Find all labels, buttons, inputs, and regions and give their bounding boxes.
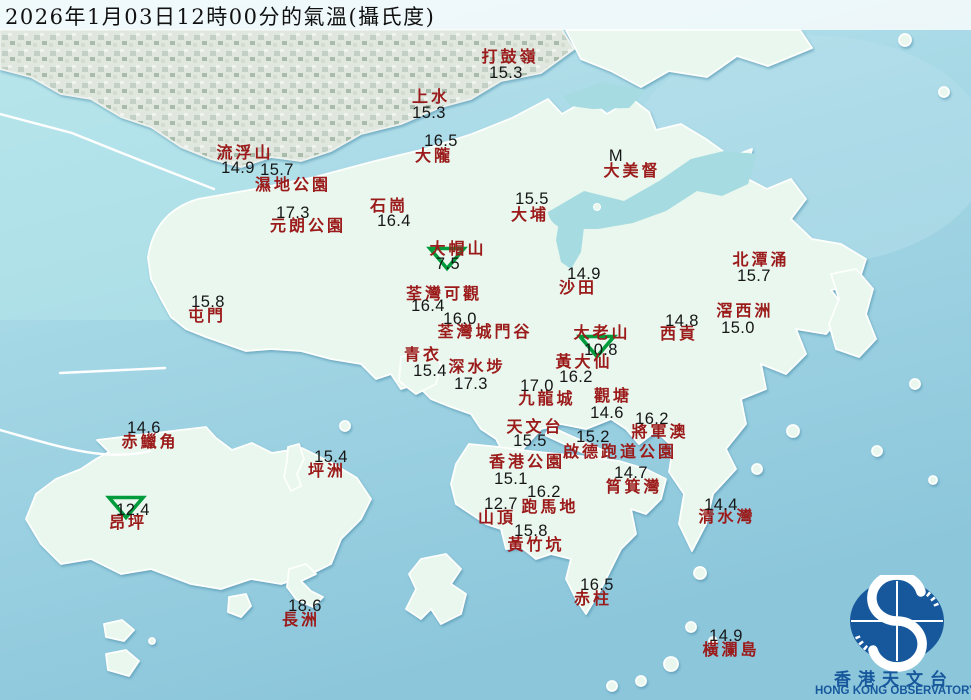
station-value: 15.4: [314, 447, 348, 466]
station-value: 17.3: [276, 203, 310, 222]
station-value: 15.0: [721, 318, 755, 337]
station-value: 14.6: [590, 403, 624, 422]
station-value: 16.0: [443, 309, 477, 328]
weather-map-page: 2026年1月03日12時00分的氣溫(攝氏度) 打鼓嶺 15.3 上水 15.3 大隴…: [0, 0, 971, 700]
station-name: 青衣: [403, 345, 443, 364]
station-name: 啟德跑道公園: [562, 442, 678, 461]
station-value: 15.8: [514, 521, 548, 540]
station-name: 香港公園: [488, 452, 566, 471]
station-name: 大埔: [510, 205, 550, 224]
station-value: 14.4: [704, 495, 738, 514]
station-value: 15.7: [260, 160, 294, 179]
station-value: 15.7: [737, 266, 771, 285]
logo-english-text: HONG KONG OBSERVATORY: [815, 685, 971, 697]
station-value: 15.8: [191, 292, 225, 311]
station-value: 14.8: [665, 311, 699, 330]
hko-logo: 香港天文台 HONG KONG OBSERVATORY: [815, 570, 971, 700]
station-value: 14.9: [709, 626, 743, 645]
station-value: 14.9: [221, 158, 255, 177]
station-value: 16.4: [377, 211, 411, 230]
station-value: 16.2: [527, 482, 561, 501]
station-name: 大隴: [414, 146, 454, 165]
station-value: 17.0: [520, 376, 554, 395]
station-value: 15.3: [489, 63, 523, 82]
station-value: 16.5: [580, 575, 614, 594]
station-value: 7.5: [435, 254, 461, 273]
station-name: 上水: [411, 87, 451, 106]
station-name: 濕地公園: [254, 175, 332, 194]
station-value: 16.2: [635, 409, 669, 428]
station-value: 14.6: [127, 418, 161, 437]
station-value: 14.7: [614, 463, 648, 482]
title-bar: 2026年1月03日12時00分的氣溫(攝氏度): [0, 0, 971, 30]
page-title: 2026年1月03日12時00分的氣溫(攝氏度): [5, 5, 436, 29]
station-name: 跑馬地: [521, 497, 579, 516]
station-value: 17.3: [454, 374, 488, 393]
station-value: 15.5: [515, 189, 549, 208]
station-value: 15.5: [513, 431, 547, 450]
station-name: 北潭涌: [732, 250, 790, 269]
station-name: 觀塘: [593, 386, 633, 405]
station-value: 14.9: [567, 264, 601, 283]
station-name: 深水埗: [448, 357, 506, 376]
station-name: 大老山: [573, 323, 631, 342]
station-value: 18.6: [288, 596, 322, 615]
station-name: 大美督: [603, 161, 661, 180]
station-name: 滘西洲: [716, 301, 774, 320]
station-value: 16.5: [424, 131, 458, 150]
station-value: M: [608, 146, 624, 165]
station-value: 15.3: [412, 103, 446, 122]
station-name: 打鼓嶺: [481, 47, 539, 66]
station-value: 16.2: [559, 367, 593, 386]
station-value: 12.7: [484, 494, 518, 513]
station-value: 15.2: [576, 427, 610, 446]
station-value: 15.1: [494, 469, 528, 488]
station-value: 16.4: [411, 296, 445, 315]
station-value: 12.4: [116, 500, 150, 519]
station-value: 15.4: [413, 361, 447, 380]
